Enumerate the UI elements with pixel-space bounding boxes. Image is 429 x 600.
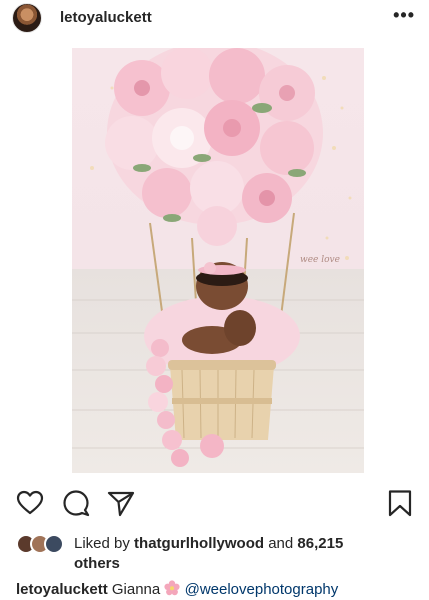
photo-illustration: wee love	[72, 48, 364, 467]
post-photo[interactable]: wee love	[72, 48, 364, 473]
likes-middle: and	[264, 535, 298, 552]
profile-avatar[interactable]	[12, 3, 42, 33]
post-media: wee love	[0, 38, 429, 478]
heart-icon[interactable]	[15, 488, 45, 518]
likes-others[interactable]: others	[74, 555, 120, 572]
paper-plane-icon[interactable]	[106, 488, 136, 518]
likes-prefix: Liked by	[74, 535, 135, 552]
comment-bubble-icon[interactable]	[61, 488, 91, 518]
caption-text: Gianna	[111, 581, 161, 598]
post-header: letoyaluckett •••	[0, 0, 429, 34]
photo-watermark: wee love	[300, 255, 340, 265]
more-options-icon[interactable]: •••	[393, 5, 415, 26]
post-caption: letoyaluckett Gianna @weelovephotography	[16, 580, 426, 600]
post-username[interactable]: letoyaluckett	[60, 9, 152, 26]
bookmark-icon[interactable]	[385, 488, 415, 518]
caption-username[interactable]: letoyaluckett	[16, 581, 108, 598]
post-actions	[0, 486, 429, 520]
caption-mention[interactable]: @weelovephotography	[185, 581, 339, 598]
liker-avatars	[16, 534, 68, 554]
likes-text[interactable]: Liked by thatgurlhollywood and 86,215 oth…	[74, 534, 414, 574]
liker-avatar	[44, 534, 64, 554]
likes-count[interactable]: 86,215	[297, 535, 343, 552]
cherry-blossom-icon	[164, 580, 181, 596]
liker-username[interactable]: thatgurlhollywood	[134, 535, 264, 552]
